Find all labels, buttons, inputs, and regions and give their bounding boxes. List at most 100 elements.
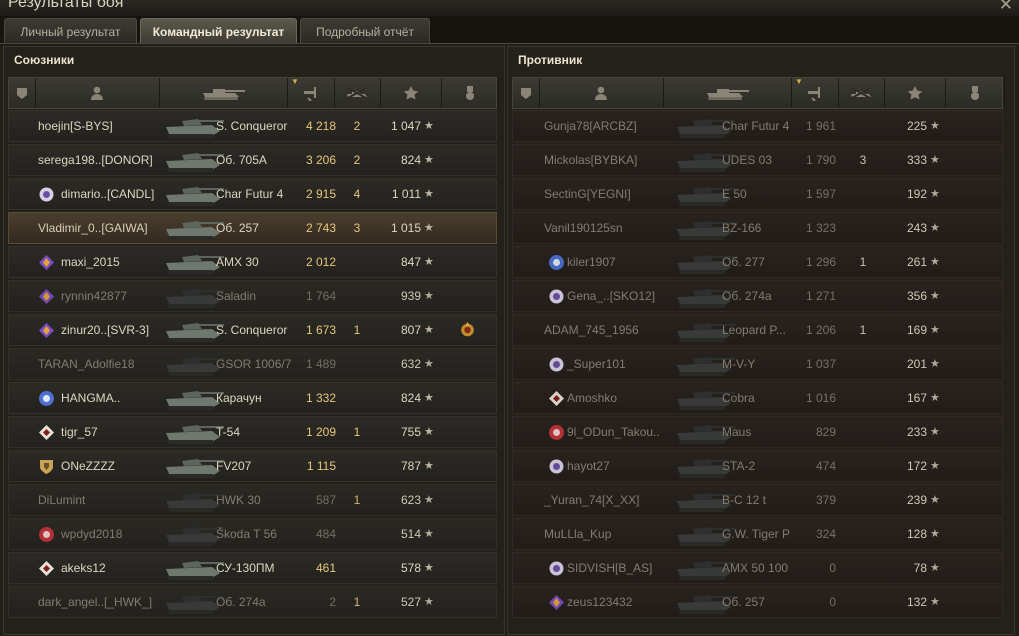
enemies-row[interactable]: MuLLla_Kup G.W. Tiger P 324 128 ★ — [512, 518, 1003, 550]
xp-star-icon: ★ — [424, 256, 434, 268]
xp-value: 201 — [906, 357, 927, 371]
kills-value: 1 — [353, 323, 361, 337]
enemies-row[interactable]: Vanil190125sn BZ-166 1 323 243 ★ — [512, 212, 1003, 244]
kills-value — [342, 383, 372, 413]
medal-icon — [970, 86, 979, 100]
allies-sort-xp-star[interactable] — [380, 78, 442, 108]
kills-value — [852, 349, 874, 379]
allies-row[interactable]: akeks12 СУ-130ПМ 461 578 ★ — [8, 552, 497, 584]
close-button[interactable]: ✕ — [999, 0, 1013, 15]
tab-team-result[interactable]: Командный результат — [140, 18, 297, 43]
allies-row[interactable]: DiLumint HWK 30 587 1 623 ★ — [8, 484, 497, 516]
vehicle-name: HWK 30 — [216, 493, 261, 507]
player-name: wpdyd2018 — [61, 527, 123, 541]
damage-value: 1 597 — [805, 187, 836, 201]
kills-value — [342, 281, 372, 311]
player-name: HANGMA.. — [61, 391, 121, 405]
xp-star-icon: ★ — [424, 562, 434, 574]
allies-row[interactable]: dark_angel..[_HWK_] Об. 274а 2 1 527 ★ — [8, 586, 497, 618]
kills-value: 2 — [353, 119, 361, 133]
enemies-row[interactable]: 9l_ODun_Takou.. Maus 829 233 ★ — [512, 416, 1003, 448]
xp-star-icon: ★ — [930, 324, 940, 336]
xp-value: 578 — [400, 561, 421, 575]
vehicle-name: Char Futur 4 — [722, 119, 790, 133]
allies-row[interactable]: Vladimir_0..[GAIWA] Об. 257 2 743 3 1 015 ★ — [8, 212, 497, 244]
kills-value: 2 — [353, 153, 361, 167]
tab-personal-result[interactable]: Личный результат — [4, 18, 137, 43]
damage-value: 324 — [815, 527, 836, 541]
xp-star-icon: ★ — [424, 460, 434, 472]
allies-row[interactable]: HANGMA.. Карачун 1 332 824 ★ — [8, 382, 497, 414]
vehicle-name: S. Conqueror — [216, 119, 288, 133]
enemies-sort-tank[interactable] — [663, 78, 792, 108]
kills-value — [852, 281, 874, 311]
damage-value: 829 — [815, 425, 836, 439]
enemies-sort-player[interactable] — [539, 78, 664, 108]
allies-sort-player[interactable] — [35, 78, 160, 108]
xp-value: 527 — [400, 595, 421, 609]
enemies-row[interactable]: SIDVISH[B_AS] AMX 50 100 0 78 ★ — [512, 552, 1003, 584]
vehicle-name: GSOR 1006/7 — [216, 357, 292, 371]
vehicle-name: Об. 257 — [722, 595, 765, 609]
allies-sort-medal[interactable] — [441, 78, 499, 108]
xp-value: 225 — [906, 119, 927, 133]
allies-row[interactable]: tigr_57 T-54 1 209 1 755 ★ — [8, 416, 497, 448]
allies-row[interactable]: rynnin42877 Saladin 1 764 939 ★ — [8, 280, 497, 312]
kills-value: 1 — [353, 425, 361, 439]
player-name: zinur20..[SVR-3] — [61, 323, 150, 337]
tank-icon — [707, 88, 749, 100]
player-name: Gena_..[SKO12] — [567, 289, 656, 303]
damage-icon — [303, 87, 316, 101]
xp-star-icon — [907, 86, 922, 100]
red-rank-icon — [39, 527, 54, 542]
enemies-sort-medal[interactable] — [945, 78, 1005, 108]
enemies-row[interactable]: ADAM_745_1956 Leopard P... 1 206 1 169 ★ — [512, 314, 1003, 346]
allies-row[interactable]: ONeZZZZ FV207 1 115 787 ★ — [8, 450, 497, 482]
damage-value: 1 206 — [805, 323, 836, 337]
enemies-row[interactable]: hayot27 STA-2 474 172 ★ — [512, 450, 1003, 482]
shield-rank-icon — [40, 460, 53, 474]
allies-row[interactable]: maxi_2015 AMX 30 2 012 847 ★ — [8, 246, 497, 278]
allies-row[interactable]: dimario..[CANDL] Char Futur 4 2 915 4 1 011 ★ — [8, 178, 497, 210]
player-name: rynnin42877 — [61, 289, 128, 303]
enemies-sort-xp-star[interactable] — [884, 78, 946, 108]
player-name: SIDVISH[B_AS] — [567, 561, 653, 575]
enemies-row[interactable]: SectinG[YEGNI] E 50 1 597 192 ★ — [512, 178, 1003, 210]
allies-sort-platoon[interactable] — [9, 78, 36, 108]
enemies-row[interactable]: kiler1907 Об. 277 1 296 1 261 ★ — [512, 246, 1003, 278]
xp-value: 632 — [400, 357, 421, 371]
enemies-row[interactable]: Amoshko Cobra 1 016 167 ★ — [512, 382, 1003, 414]
xp-star-icon: ★ — [424, 426, 434, 438]
enemies-row[interactable]: Gunja78[ARCBZ] Char Futur 4 1 961 225 ★ — [512, 110, 1003, 142]
player-name: _Super101 — [567, 357, 626, 371]
tab-detailed-report[interactable]: Подробный отчёт — [300, 18, 430, 43]
allies-row[interactable]: zinur20..[SVR-3] S. Conqueror 1 673 1 807 ★ — [8, 314, 497, 346]
enemies-sort-damage[interactable]: ▼ — [791, 77, 839, 108]
order-medal-icon[interactable] — [459, 321, 476, 339]
blue-rank-icon — [39, 391, 54, 406]
damage-value: 1 296 — [805, 255, 836, 269]
allies-row[interactable]: TARAN_Adolfie18 GSOR 1006/7 1 489 632 ★ — [8, 348, 497, 380]
xp-value: 261 — [906, 255, 927, 269]
xp-value: 128 — [906, 527, 927, 541]
kills-value — [852, 383, 874, 413]
allies-sort-tank[interactable] — [159, 78, 288, 108]
enemies-sort-platoon[interactable] — [513, 78, 540, 108]
enemies-sort-kills[interactable] — [838, 78, 885, 108]
enemies-row[interactable]: _Super101 M-V-Y 1 037 201 ★ — [512, 348, 1003, 380]
xp-star-icon: ★ — [424, 290, 434, 302]
allies-row[interactable]: wpdyd2018 Škoda T 56 484 514 ★ — [8, 518, 497, 550]
allies-row[interactable]: hoejin[S-BYS] S. Conqueror 4 218 2 1 047 ★ — [8, 110, 497, 142]
player-name: kiler1907 — [567, 255, 616, 269]
xp-value: 233 — [906, 425, 927, 439]
enemies-row[interactable]: _Yuran_74[X_XX] B-C 12 t 379 239 ★ — [512, 484, 1003, 516]
enemies-row[interactable]: zeus123432 Об. 257 0 132 ★ — [512, 586, 1003, 618]
kills-value — [342, 519, 372, 549]
enemies-row[interactable]: Gena_..[SKO12] Об. 274а 1 271 356 ★ — [512, 280, 1003, 312]
player-name: hayot27 — [567, 459, 610, 473]
allies-sort-kills[interactable] — [334, 78, 381, 108]
blue-rank-icon — [549, 255, 564, 270]
allies-sort-damage[interactable]: ▼ — [287, 77, 335, 108]
allies-row[interactable]: serega198..[DONOR] Об. 705А 3 206 2 824 ★ — [8, 144, 497, 176]
enemies-row[interactable]: Mickolas[BYBKA] UDES 03 1 790 3 333 ★ — [512, 144, 1003, 176]
